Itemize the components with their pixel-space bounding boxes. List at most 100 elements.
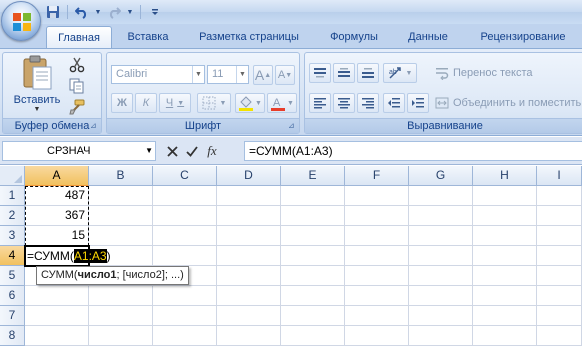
cell-e8[interactable] bbox=[281, 326, 345, 346]
cell-c4[interactable] bbox=[153, 246, 217, 266]
tab-data[interactable]: Данные bbox=[398, 26, 458, 49]
cell-i1[interactable] bbox=[537, 186, 582, 206]
cell-i6[interactable] bbox=[537, 286, 582, 306]
cell-b6[interactable] bbox=[89, 286, 153, 306]
cell-h6[interactable] bbox=[473, 286, 537, 306]
fill-color-button[interactable]: ▼ bbox=[235, 93, 265, 113]
cell-edit-text[interactable]: =СУММ(A1:A3) bbox=[27, 247, 111, 265]
cell-d2[interactable] bbox=[217, 206, 281, 226]
cell-g1[interactable] bbox=[409, 186, 473, 206]
underline-button[interactable]: Ч ▼ bbox=[159, 93, 191, 113]
copy-button[interactable] bbox=[69, 78, 89, 96]
cell-f6[interactable] bbox=[345, 286, 409, 306]
cell-e3[interactable] bbox=[281, 226, 345, 246]
select-all-button[interactable] bbox=[0, 166, 25, 186]
cell-g3[interactable] bbox=[409, 226, 473, 246]
column-header-a[interactable]: A bbox=[25, 166, 89, 186]
cell-a6[interactable] bbox=[25, 286, 89, 306]
align-right-button[interactable] bbox=[357, 93, 379, 113]
chevron-down-icon[interactable]: ▼ bbox=[145, 142, 153, 160]
redo-button[interactable] bbox=[105, 3, 123, 21]
cell-f1[interactable] bbox=[345, 186, 409, 206]
column-header-b[interactable]: B bbox=[89, 166, 153, 186]
cell-c3[interactable] bbox=[153, 226, 217, 246]
cell-f4[interactable] bbox=[345, 246, 409, 266]
tab-review[interactable]: Рецензирование bbox=[466, 26, 580, 49]
cell-g8[interactable] bbox=[409, 326, 473, 346]
cell-c7[interactable] bbox=[153, 306, 217, 326]
cell-i3[interactable] bbox=[537, 226, 582, 246]
cell-c2[interactable] bbox=[153, 206, 217, 226]
cell-b3[interactable] bbox=[89, 226, 153, 246]
align-middle-button[interactable] bbox=[333, 63, 355, 83]
column-header-f[interactable]: F bbox=[345, 166, 409, 186]
row-header-4[interactable]: 4 bbox=[0, 246, 25, 266]
tab-page-layout[interactable]: Разметка страницы bbox=[186, 26, 312, 49]
cell-d4[interactable] bbox=[217, 246, 281, 266]
cell-i7[interactable] bbox=[537, 306, 582, 326]
cell-a2[interactable]: 367 bbox=[25, 206, 89, 226]
row-header-7[interactable]: 7 bbox=[0, 306, 25, 326]
redo-dropdown[interactable]: ▼ bbox=[125, 3, 135, 21]
cell-d5[interactable] bbox=[217, 266, 281, 286]
column-header-h[interactable]: H bbox=[473, 166, 537, 186]
confirm-entry-button[interactable] bbox=[184, 143, 200, 159]
row-header-5[interactable]: 5 bbox=[0, 266, 25, 286]
office-button[interactable] bbox=[1, 1, 41, 41]
merge-center-button[interactable]: Объединить и поместить bbox=[435, 93, 582, 113]
cell-h4[interactable] bbox=[473, 246, 537, 266]
row-header-6[interactable]: 6 bbox=[0, 286, 25, 306]
font-size-combo[interactable]: 11 ▼ bbox=[207, 65, 249, 84]
borders-button[interactable]: ▼ bbox=[197, 93, 231, 113]
increase-indent-button[interactable] bbox=[407, 93, 429, 113]
function-tooltip[interactable]: СУММ(число1; [число2]; ...) bbox=[36, 266, 189, 285]
customize-qat-button[interactable] bbox=[146, 3, 164, 21]
cell-g4[interactable] bbox=[409, 246, 473, 266]
cell-g7[interactable] bbox=[409, 306, 473, 326]
column-header-e[interactable]: E bbox=[281, 166, 345, 186]
font-dialog-launcher[interactable]: ⊿ bbox=[288, 121, 297, 130]
cell-i2[interactable] bbox=[537, 206, 582, 226]
cell-c6[interactable] bbox=[153, 286, 217, 306]
cell-c8[interactable] bbox=[153, 326, 217, 346]
cell-i4[interactable] bbox=[537, 246, 582, 266]
cell-i8[interactable] bbox=[537, 326, 582, 346]
cell-e7[interactable] bbox=[281, 306, 345, 326]
cell-d1[interactable] bbox=[217, 186, 281, 206]
row-header-3[interactable]: 3 bbox=[0, 226, 25, 246]
undo-dropdown[interactable]: ▼ bbox=[93, 3, 103, 21]
worksheet-grid[interactable]: A B C D E F G H I 1 2 3 4 5 6 7 8 487 367… bbox=[0, 166, 582, 350]
row-header-2[interactable]: 2 bbox=[0, 206, 25, 226]
cell-g5[interactable] bbox=[409, 266, 473, 286]
cell-e6[interactable] bbox=[281, 286, 345, 306]
clipboard-dialog-launcher[interactable]: ⊿ bbox=[90, 121, 99, 130]
row-header-8[interactable]: 8 bbox=[0, 326, 25, 346]
cell-e4[interactable] bbox=[281, 246, 345, 266]
cancel-entry-button[interactable] bbox=[164, 143, 180, 159]
cell-d6[interactable] bbox=[217, 286, 281, 306]
column-header-g[interactable]: G bbox=[409, 166, 473, 186]
format-painter-button[interactable] bbox=[69, 99, 89, 117]
column-header-i[interactable]: I bbox=[537, 166, 582, 186]
cell-d3[interactable] bbox=[217, 226, 281, 246]
cell-h5[interactable] bbox=[473, 266, 537, 286]
tab-home[interactable]: Главная bbox=[46, 26, 112, 49]
cell-b7[interactable] bbox=[89, 306, 153, 326]
cell-h2[interactable] bbox=[473, 206, 537, 226]
cell-f8[interactable] bbox=[345, 326, 409, 346]
font-color-button[interactable]: A ▼ bbox=[267, 93, 297, 113]
cut-button[interactable] bbox=[69, 57, 89, 75]
align-top-button[interactable] bbox=[309, 63, 331, 83]
align-center-button[interactable] bbox=[333, 93, 355, 113]
grow-font-button[interactable]: A ▲ bbox=[253, 65, 273, 85]
formula-input[interactable]: =СУММ(A1:A3) bbox=[244, 141, 582, 161]
cell-a3[interactable]: 15 bbox=[25, 226, 89, 246]
cell-h3[interactable] bbox=[473, 226, 537, 246]
undo-button[interactable] bbox=[73, 3, 91, 21]
save-button[interactable] bbox=[44, 3, 62, 21]
cell-c1[interactable] bbox=[153, 186, 217, 206]
align-left-button[interactable] bbox=[309, 93, 331, 113]
cell-h7[interactable] bbox=[473, 306, 537, 326]
tab-formulas[interactable]: Формулы bbox=[320, 26, 388, 49]
cell-d7[interactable] bbox=[217, 306, 281, 326]
